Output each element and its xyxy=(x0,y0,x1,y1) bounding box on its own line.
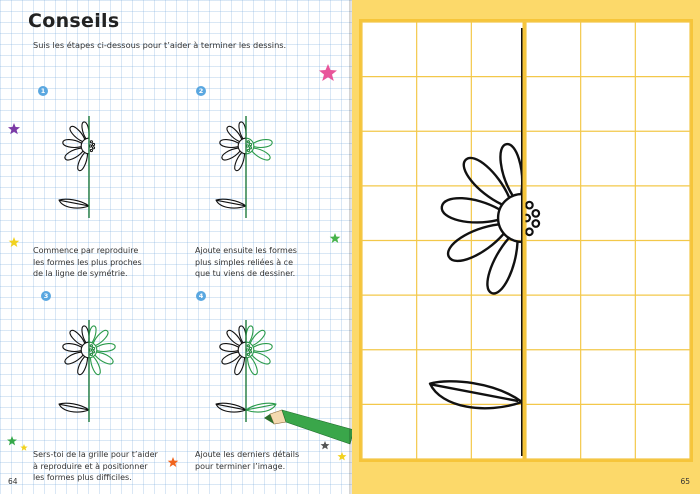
seed-dot xyxy=(246,148,250,153)
page-number-left: 64 xyxy=(8,477,18,486)
seed-dot xyxy=(88,348,93,352)
caption-line: pour terminer l’image. xyxy=(195,461,286,471)
seed-dot xyxy=(246,140,250,144)
seed-dot xyxy=(245,144,250,148)
step-badge-4: 4 xyxy=(196,291,206,301)
petal-outline xyxy=(234,152,246,172)
seed-dot xyxy=(91,350,96,354)
step-badge-3: 3 xyxy=(41,291,51,301)
seed-dot xyxy=(246,344,250,348)
caption-line: les formes les plus proches xyxy=(33,257,142,267)
seed-dot xyxy=(89,344,93,348)
seed-dot xyxy=(91,346,96,351)
left-page: Conseils Suis les étapes ci-dessous pour… xyxy=(0,0,355,494)
petal-outline xyxy=(221,351,241,365)
book-spread: Conseils Suis les étapes ci-dessous pour… xyxy=(0,0,700,494)
caption-line: Ajoute ensuite les formes xyxy=(195,246,297,255)
flower-right-half xyxy=(245,137,273,161)
petal-outline xyxy=(246,356,258,376)
petal-outline xyxy=(64,351,84,365)
petal-outline xyxy=(251,351,271,365)
petal-outline xyxy=(77,356,89,376)
caption-line: Ajoute les derniers détails xyxy=(195,450,300,459)
caption-line: plus simples reliées à ce xyxy=(195,257,293,267)
right-page: 65 xyxy=(352,0,700,494)
page-number-right: 65 xyxy=(680,477,690,486)
step-badge-1: 1 xyxy=(38,86,48,96)
petal-outline xyxy=(252,139,273,149)
step-caption-1: Commence par reproduire les formes les p… xyxy=(33,245,183,280)
pencil-icon xyxy=(264,409,355,445)
leaf-outline xyxy=(215,402,247,413)
seed-dot xyxy=(91,142,96,147)
seed-dot xyxy=(248,142,253,147)
flower-right-half xyxy=(88,325,116,376)
seed-dot xyxy=(91,146,96,150)
step-drawing-2 xyxy=(215,116,273,218)
caption-line: les formes plus difficiles. xyxy=(33,473,132,482)
seed-dot xyxy=(89,352,93,357)
step-drawing-1 xyxy=(58,116,96,218)
caption-line: Commence par reproduire xyxy=(33,246,139,255)
step-caption-3: Sers-toi de la grille pour t’aider à rep… xyxy=(33,449,183,484)
petal-outline xyxy=(251,147,271,161)
petal-outline xyxy=(94,351,114,365)
seed-dot xyxy=(245,348,250,352)
caption-line: que tu viens de dessiner. xyxy=(195,269,296,278)
petal-outline xyxy=(77,152,89,172)
seed-dot xyxy=(89,148,93,153)
petal-outline xyxy=(89,356,101,376)
symmetry-grid-drawing xyxy=(359,19,693,462)
step-drawing-3 xyxy=(58,320,116,422)
caption-line: à reproduire et à positionner xyxy=(33,461,148,471)
petal-outline xyxy=(64,147,84,161)
petal-outline xyxy=(234,356,246,376)
leaf-outline xyxy=(58,402,90,413)
leaf-outline xyxy=(215,198,247,209)
seed-dot xyxy=(89,140,93,144)
petal-outline xyxy=(221,147,241,161)
leaf-outline xyxy=(58,198,90,209)
caption-line: de la ligne de symétrie. xyxy=(33,269,128,278)
seed-dot xyxy=(248,350,253,354)
seed-dot xyxy=(248,346,253,351)
step-caption-2: Ajoute ensuite les formes plus simples r… xyxy=(195,245,345,280)
seed-dot xyxy=(88,144,93,148)
step-badge-2: 2 xyxy=(196,86,206,96)
seed-dot xyxy=(248,146,253,150)
step-caption-4: Ajoute les derniers détails pour termine… xyxy=(195,449,345,472)
seed-dot xyxy=(246,352,250,357)
caption-line: Sers-toi de la grille pour t’aider xyxy=(33,450,158,459)
